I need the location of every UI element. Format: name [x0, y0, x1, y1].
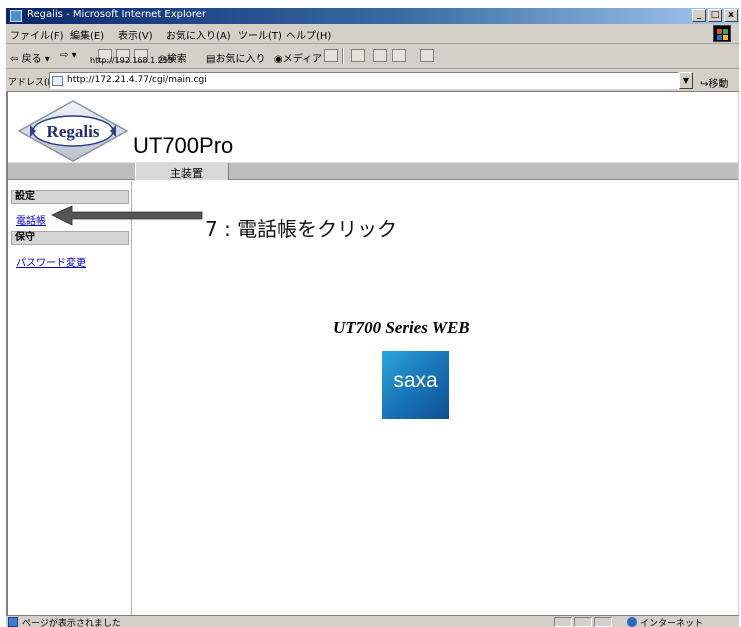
status-cell	[594, 617, 612, 627]
page-icon	[52, 76, 63, 86]
go-label: 移動	[708, 79, 729, 90]
logo-wordmark: Regalis	[47, 122, 100, 141]
page-done-icon	[8, 617, 18, 627]
maximize-button[interactable]: □	[708, 9, 722, 22]
tab-main-unit-label: 主装置	[170, 167, 203, 180]
close-button[interactable]: x	[724, 9, 738, 22]
sidebar-link-phonebook[interactable]: 電話帳	[16, 212, 46, 227]
menu-bar: ファイル(F) 編集(E) 表示(V) お気に入り(A) ツール(T) ヘルプ(…	[6, 24, 739, 44]
forward-arrow-icon: ⇨	[60, 50, 69, 61]
main-nav-bar: 主装置	[8, 162, 738, 180]
menu-edit[interactable]: 編集(E)	[70, 27, 104, 42]
window-title: Regalis - Microsoft Internet Explorer	[27, 9, 207, 20]
menu-view[interactable]: 表示(V)	[118, 27, 153, 42]
window-title-bar: Regalis - Microsoft Internet Explorer _ …	[6, 8, 739, 24]
sidebar-link-password-change[interactable]: パスワード変更	[16, 254, 86, 269]
series-title: UT700 Series WEB	[333, 318, 470, 337]
sidebar: 設定 電話帳 保守 パスワード変更	[8, 181, 132, 615]
saxa-logo: saxa	[382, 351, 449, 419]
edit-icon[interactable]	[392, 49, 406, 62]
menu-tools[interactable]: ツール(T)	[238, 27, 282, 42]
address-bar: アドレス(D) http://172.21.4.77/cgi/main.cgi …	[6, 69, 739, 92]
menu-favorites[interactable]: お気に入り(A)	[166, 27, 231, 42]
security-zone-label: インターネット	[640, 619, 704, 627]
address-input[interactable]: http://172.21.4.77/cgi/main.cgi	[49, 72, 679, 89]
go-button[interactable]: ↪移動	[700, 75, 728, 90]
mail-icon[interactable]	[351, 49, 365, 62]
address-url: http://172.21.4.77/cgi/main.cgi	[67, 75, 207, 85]
windows-flag-icon	[713, 25, 731, 42]
status-cell	[574, 617, 592, 627]
toolbar-separator	[342, 48, 344, 64]
back-label: 戻る	[21, 54, 42, 65]
sidebar-heading-maintenance: 保守	[11, 231, 129, 245]
search-label: 検索	[166, 54, 187, 65]
favorites-button[interactable]: ▤お気に入り	[206, 50, 265, 65]
status-cell	[554, 617, 572, 627]
menu-file[interactable]: ファイル(F)	[10, 27, 64, 42]
search-icon: ◎	[158, 54, 167, 65]
regalis-logo: Regalis	[17, 100, 129, 162]
product-title: UT700Pro	[133, 133, 234, 158]
annotation-arrow-icon	[51, 205, 203, 226]
media-button[interactable]: ◉メディア	[274, 50, 322, 65]
favorites-label: お気に入り	[215, 54, 266, 65]
toolbar: ⇦ 戻る ▾ ⇨ ▾ http://192.168.1.253 ◎検索 ▤お気に…	[6, 44, 739, 69]
media-icon: ◉	[274, 54, 283, 65]
address-dropdown-icon[interactable]: ▼	[679, 72, 693, 89]
sidebar-heading-settings: 設定	[11, 190, 129, 204]
tab-main-unit[interactable]: 主装置	[135, 163, 229, 180]
back-arrow-icon: ⇦	[10, 54, 19, 65]
status-bar: ページが表示されました インターネット	[6, 615, 739, 627]
search-button[interactable]: ◎検索	[158, 50, 187, 65]
minimize-button[interactable]: _	[692, 9, 706, 22]
back-button[interactable]: ⇦ 戻る ▾	[10, 50, 50, 65]
print-icon[interactable]	[373, 49, 387, 62]
internet-zone-icon	[627, 617, 637, 627]
history-icon[interactable]	[324, 49, 338, 62]
ie-app-icon	[10, 10, 22, 22]
status-text: ページが表示されました	[22, 619, 121, 627]
annotation-text: 7 : 電話帳をクリック	[205, 217, 398, 241]
forward-button[interactable]: ⇨ ▾	[60, 50, 77, 61]
media-label: メディア	[282, 54, 323, 65]
discuss-icon[interactable]	[420, 49, 434, 62]
menu-help[interactable]: ヘルプ(H)	[286, 27, 331, 42]
saxa-logo-text: saxa	[393, 369, 438, 392]
